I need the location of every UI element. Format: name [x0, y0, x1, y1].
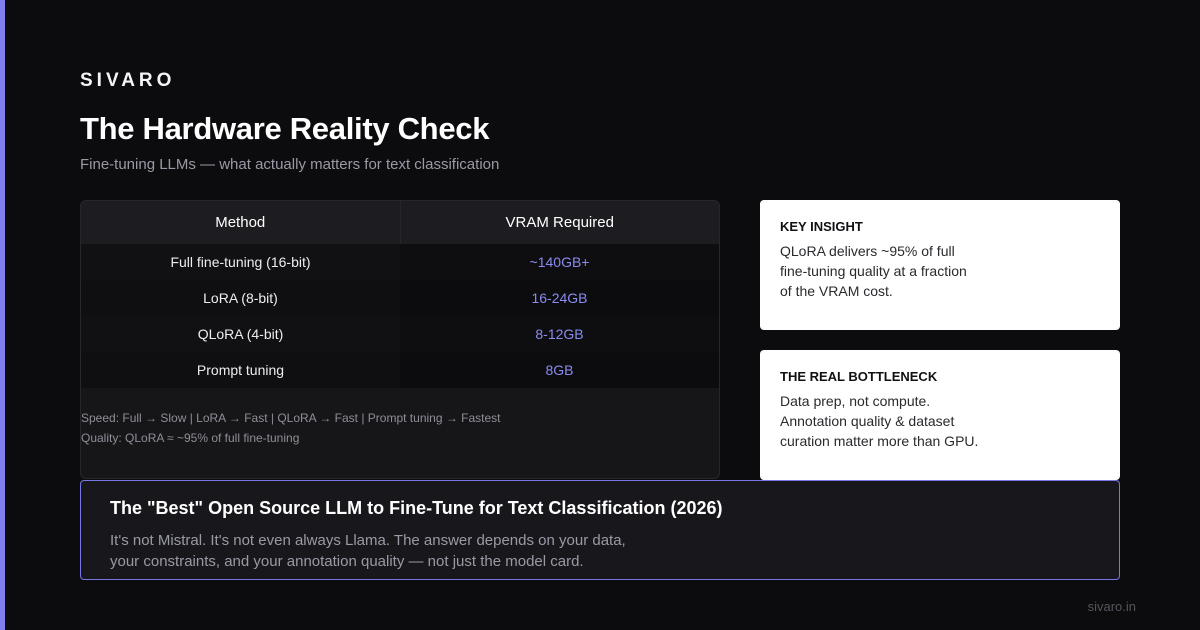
card-text: QLoRA delivers ~95% of full fine-tuning … — [780, 241, 1100, 301]
table-header-row: Method VRAM Required — [81, 201, 719, 244]
article-summary-line: your constraints, and your annotation qu… — [110, 553, 584, 570]
method-cell: LoRA (8-bit) — [81, 280, 400, 316]
real-bottleneck-card: THE REAL BOTTLENECK Data prep, not compu… — [760, 350, 1120, 480]
vram-cell: 8-12GB — [400, 316, 719, 352]
card-text-line: curation matter more than GPU. — [780, 433, 979, 449]
footer-domain: sivaro.in — [1087, 599, 1136, 614]
card-text-line: Data prep, not compute. — [780, 393, 931, 409]
column-header-method: Method — [215, 214, 266, 231]
card-text-line: Annotation quality & dataset — [780, 413, 955, 429]
accent-bar — [0, 0, 5, 630]
key-insight-card: KEY INSIGHT QLoRA delivers ~95% of full … — [760, 200, 1120, 330]
card-text-line: of the VRAM cost. — [780, 283, 893, 299]
card-text-line: fine-tuning quality at a fraction — [780, 263, 967, 279]
article-summary-line: It's not Mistral. It's not even always L… — [110, 532, 626, 549]
table-row: LoRA (8-bit) 16-24GB — [81, 280, 719, 316]
column-header-vram: VRAM Required — [399, 201, 720, 244]
article-summary: It's not Mistral. It's not even always L… — [110, 530, 1090, 572]
article-title: The "Best" Open Source LLM to Fine-Tune … — [110, 498, 723, 518]
vram-cell: ~140GB+ — [400, 244, 719, 280]
vram-cell: 16-24GB — [400, 280, 719, 316]
table-row: Full fine-tuning (16-bit) ~140GB+ — [81, 244, 719, 280]
card-text-line: QLoRA delivers ~95% of full — [780, 243, 955, 259]
table-row: QLoRA (4-bit) 8-12GB — [81, 316, 719, 352]
article-headline-card: The "Best" Open Source LLM to Fine-Tune … — [80, 480, 1120, 580]
method-cell: Prompt tuning — [81, 352, 400, 388]
table-row: Prompt tuning 8GB — [81, 352, 719, 388]
page-title: The Hardware Reality Check — [80, 111, 490, 146]
vram-comparison-table: Method VRAM Required Full fine-tuning (1… — [80, 200, 720, 479]
table-notes: Speed: Full → Slow | LoRA → Fast | QLoRA… — [81, 388, 719, 448]
method-cell: Full fine-tuning (16-bit) — [81, 244, 400, 280]
card-text: Data prep, not compute. Annotation quali… — [780, 391, 1100, 451]
brand-logo-text: SIVARO — [80, 70, 176, 91]
vram-cell: 8GB — [400, 352, 719, 388]
card-label: KEY INSIGHT — [780, 219, 863, 234]
page-subtitle: Fine-tuning LLMs — what actually matters… — [80, 156, 500, 173]
method-cell: QLoRA (4-bit) — [81, 316, 400, 352]
card-label: THE REAL BOTTLENECK — [780, 369, 938, 384]
speed-note: Speed: Full → Slow | LoRA → Fast | QLoRA… — [81, 411, 501, 425]
quality-note: Quality: QLoRA ≈ ~95% of full fine-tunin… — [81, 431, 300, 445]
